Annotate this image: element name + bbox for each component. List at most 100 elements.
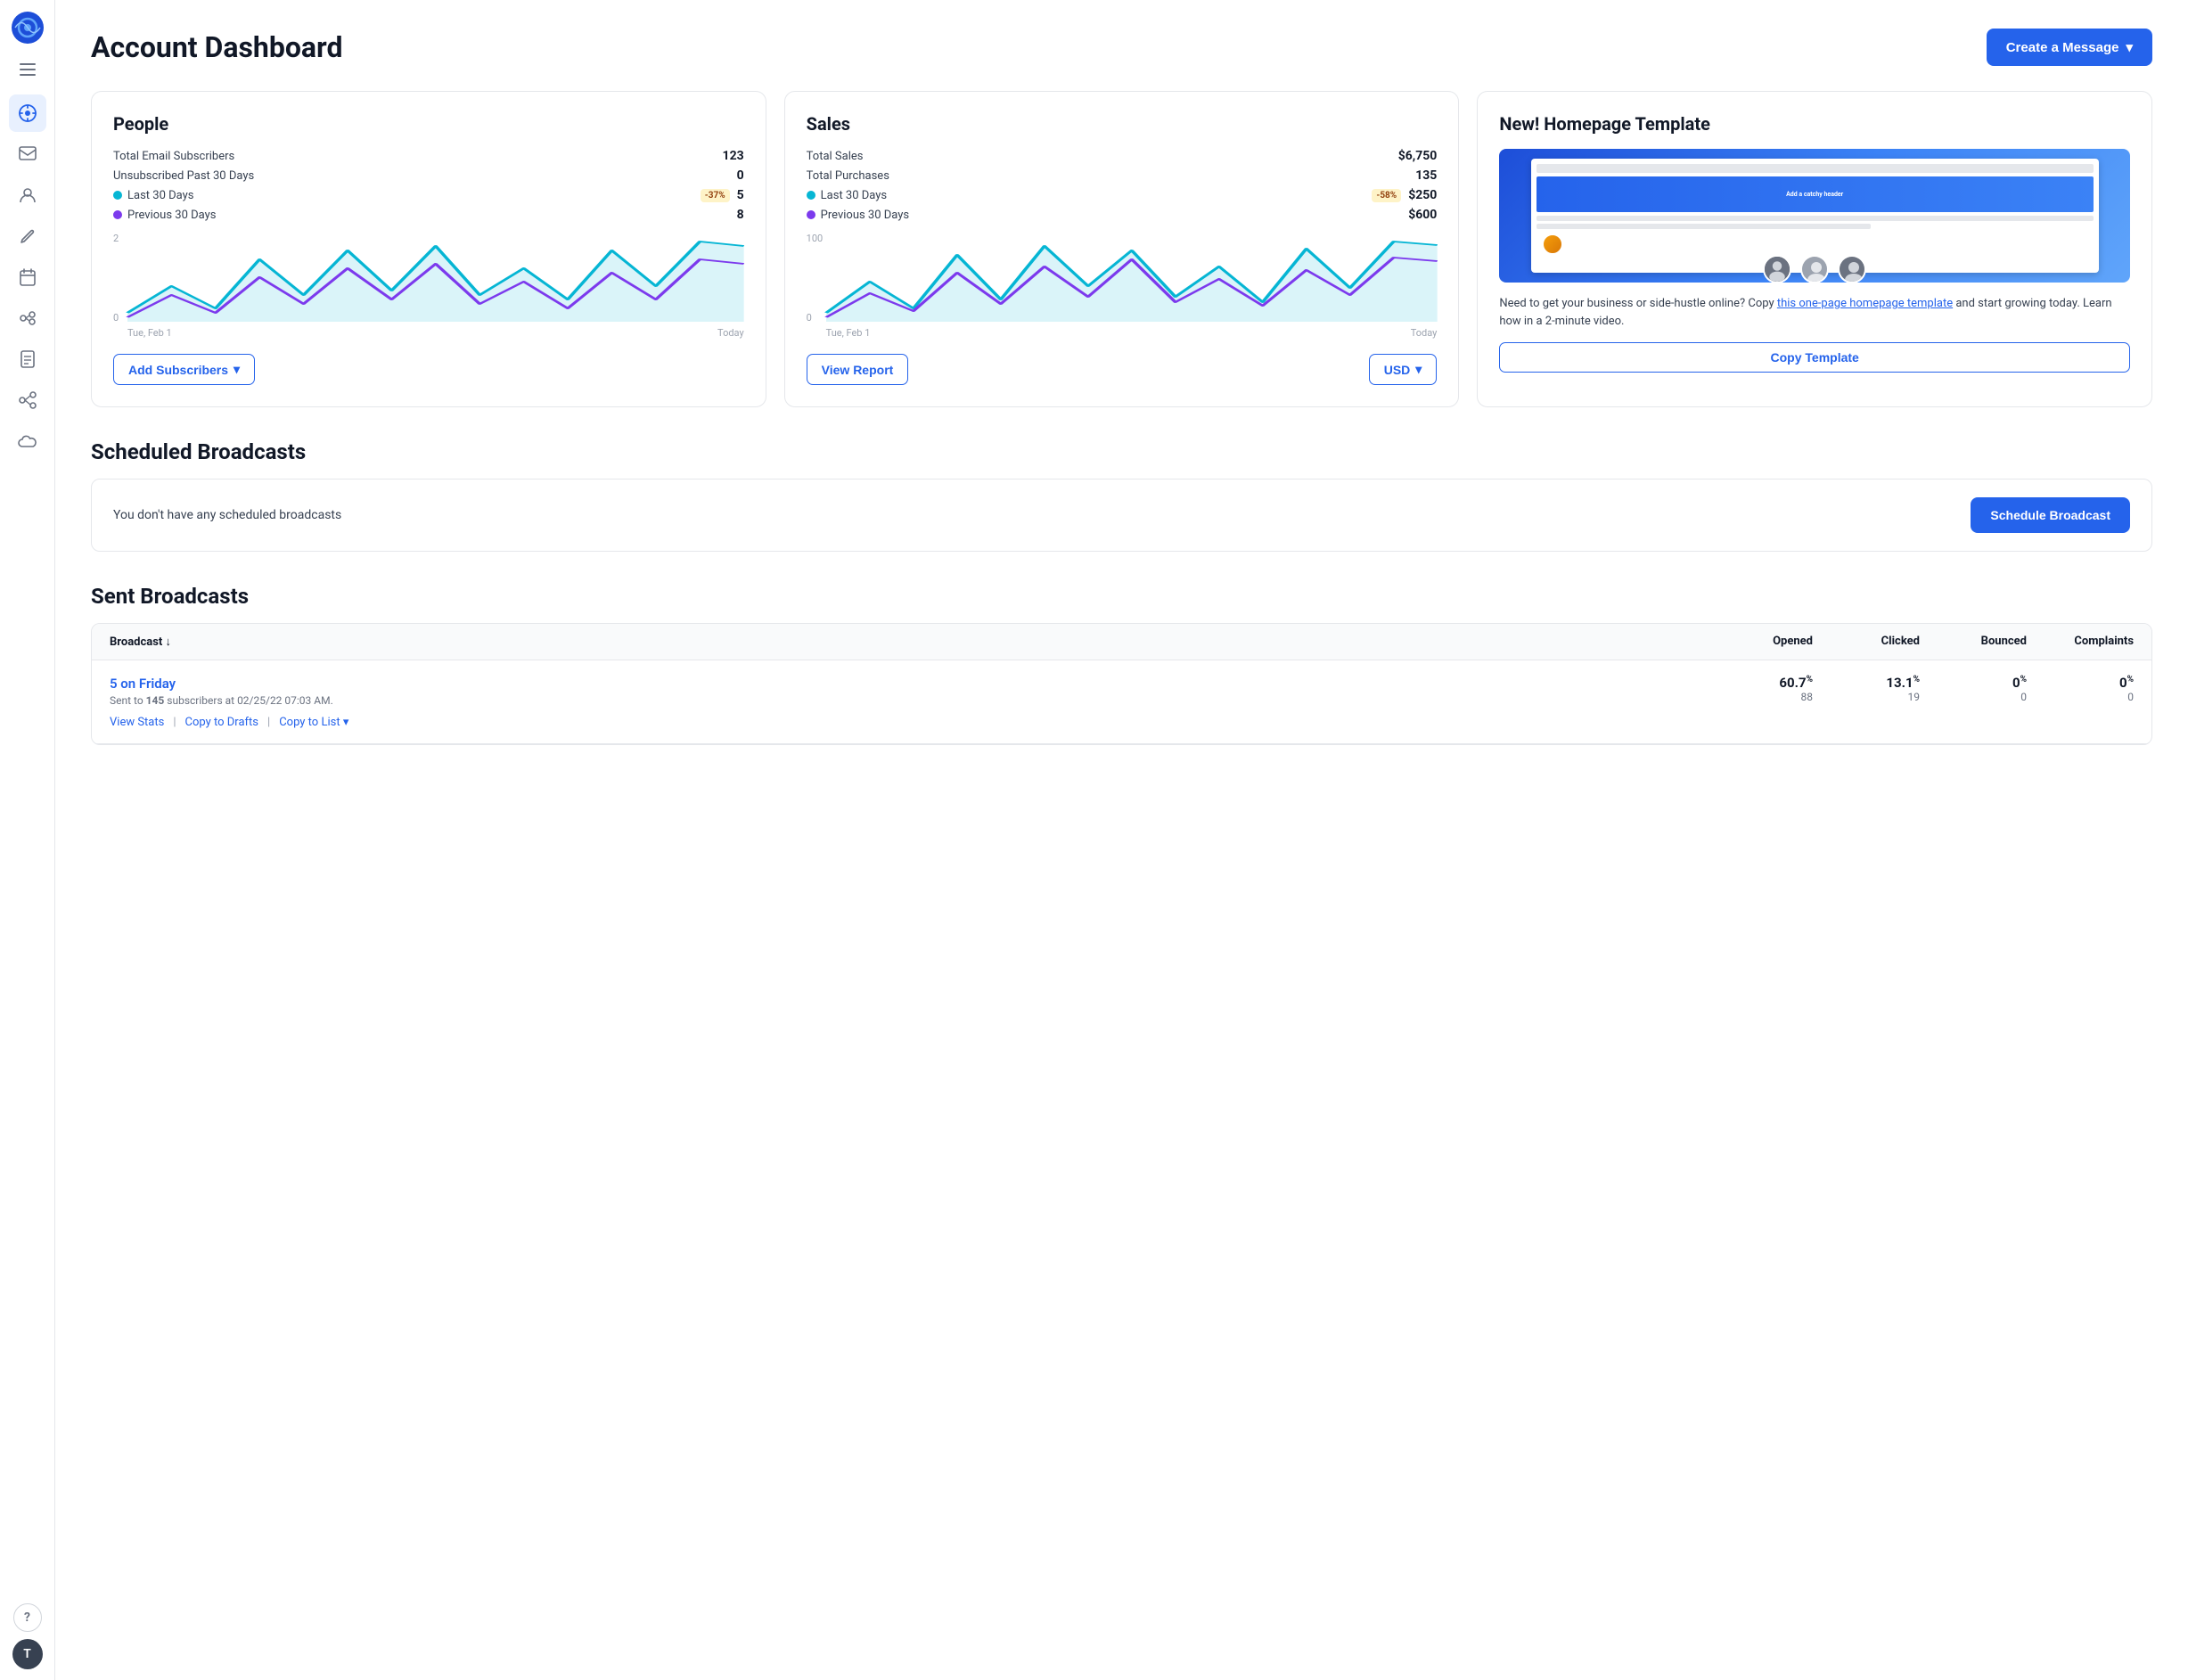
sidebar-item-calendar[interactable] — [9, 258, 46, 296]
sales-card-actions: View Report USD ▾ — [807, 354, 1438, 385]
clicked-cell: 13.1% 19 — [1813, 675, 1920, 707]
sidebar: ? T — [0, 0, 55, 1680]
col-broadcast: Broadcast ↓ — [110, 635, 1706, 649]
sales-chart-svg — [826, 233, 1438, 322]
copy-template-label: Copy Template — [1771, 350, 1859, 365]
copy-template-button[interactable]: Copy Template — [1499, 342, 2130, 373]
copy-to-drafts-link[interactable]: Copy to Drafts — [185, 716, 258, 729]
copy-to-list-chevron-icon: ▾ — [343, 716, 349, 729]
table-header-row: Broadcast ↓ Opened Clicked Bounced Compl… — [92, 624, 2151, 660]
col-clicked: Clicked — [1813, 635, 1920, 649]
template-person-avatar — [1763, 255, 1791, 283]
unsubscribed-label: Unsubscribed Past 30 Days — [113, 169, 254, 183]
sidebar-item-cloud[interactable] — [9, 422, 46, 460]
view-report-label: View Report — [822, 363, 894, 377]
template-avatar-preview — [1542, 234, 1563, 255]
col-opened: Opened — [1706, 635, 1813, 649]
people-card-actions: Add Subscribers ▾ — [113, 354, 744, 385]
sidebar-collapse-button[interactable] — [13, 55, 42, 84]
sidebar-item-messages[interactable] — [9, 135, 46, 173]
currency-label: USD — [1384, 363, 1411, 377]
complaints-cell: 0% 0 — [2027, 675, 2134, 707]
total-purchases-value: 135 — [1415, 168, 1437, 183]
scheduled-broadcasts-title: Scheduled Broadcasts — [91, 439, 2152, 464]
sales-prev30-value: $600 — [1408, 208, 1437, 222]
sales-card-title: Sales — [807, 113, 1438, 135]
people-last30-label: Last 30 Days — [127, 189, 193, 202]
sales-chart-x-labels: Tue, Feb 1 Today — [826, 327, 1438, 339]
complaints-pct: 0% — [2027, 675, 2134, 691]
template-card-title: New! Homepage Template — [1499, 113, 2130, 135]
add-subscribers-label: Add Subscribers — [128, 363, 228, 377]
people-chart-x-labels: Tue, Feb 1 Today — [127, 327, 744, 339]
unsubscribed-row: Unsubscribed Past 30 Days 0 — [113, 168, 744, 183]
sidebar-item-segments[interactable] — [9, 299, 46, 337]
people-last30-value: 5 — [737, 188, 744, 202]
table-row: 5 on Friday Sent to 145 subscribers at 0… — [92, 660, 2151, 707]
copy-to-list-link[interactable]: Copy to List ▾ — [279, 716, 348, 729]
template-link[interactable]: this one-page homepage template — [1777, 297, 1953, 310]
total-email-row: Total Email Subscribers 123 — [113, 149, 744, 163]
bounced-count: 0 — [1920, 691, 2027, 703]
opened-pct: 60.7% — [1706, 675, 1813, 691]
add-subscribers-button[interactable]: Add Subscribers ▾ — [113, 354, 255, 385]
unsubscribed-value: 0 — [737, 168, 744, 183]
clicked-count: 19 — [1813, 691, 1920, 703]
template-person-avatar-2 — [1800, 255, 1829, 283]
sidebar-item-reports[interactable] — [9, 340, 46, 378]
template-blue-bar: Add a catchy header — [1537, 176, 2094, 212]
template-description: Need to get your business or side-hustle… — [1499, 295, 2130, 330]
sales-last30-row: Last 30 Days -58% $250 — [807, 188, 1438, 202]
people-chart-svg — [127, 233, 744, 322]
sidebar-item-people[interactable] — [9, 176, 46, 214]
people-chart-x-start: Tue, Feb 1 — [127, 327, 172, 339]
people-chart-y-bottom: 0 — [113, 312, 119, 324]
sales-last30-value: $250 — [1408, 188, 1437, 202]
scheduled-empty-text: You don't have any scheduled broadcasts — [113, 508, 341, 522]
sent-broadcasts-table: Broadcast ↓ Opened Clicked Bounced Compl… — [91, 623, 2152, 745]
scheduled-broadcasts-box: You don't have any scheduled broadcasts … — [91, 479, 2152, 552]
user-avatar[interactable]: T — [12, 1639, 43, 1669]
col-bounced: Bounced — [1920, 635, 2027, 649]
broadcast-name-cell: 5 on Friday Sent to 145 subscribers at 0… — [110, 675, 1706, 707]
row-actions: View Stats | Copy to Drafts | Copy to Li… — [92, 707, 2151, 744]
people-last30-badge: -37% — [701, 189, 730, 202]
complaints-count: 0 — [2027, 691, 2134, 703]
clicked-pct: 13.1% — [1813, 675, 1920, 691]
app-logo[interactable] — [11, 11, 45, 45]
sales-chart-x-end: Today — [1411, 327, 1438, 339]
sales-purple-dot-icon — [807, 210, 815, 219]
purple-dot-icon — [113, 210, 122, 219]
schedule-broadcast-button[interactable]: Schedule Broadcast — [1971, 497, 2130, 533]
total-sales-label: Total Sales — [807, 150, 864, 163]
template-person-avatar-3 — [1838, 255, 1866, 283]
view-stats-link[interactable]: View Stats — [110, 716, 164, 729]
page-header: Account Dashboard Create a Message ▾ — [91, 29, 2152, 66]
total-email-value: 123 — [723, 149, 744, 163]
total-purchases-label: Total Purchases — [807, 169, 889, 183]
currency-selector[interactable]: USD ▾ — [1369, 354, 1438, 385]
people-card: People Total Email Subscribers 123 Unsub… — [91, 91, 766, 407]
people-chart-y-top: 2 — [113, 233, 119, 244]
sales-last30-label: Last 30 Days — [821, 189, 887, 202]
sales-teal-dot-icon — [807, 191, 815, 200]
sales-chart-x-start: Tue, Feb 1 — [826, 327, 871, 339]
view-report-button[interactable]: View Report — [807, 354, 909, 385]
opened-cell: 60.7% 88 — [1706, 675, 1813, 707]
sidebar-item-dashboard[interactable] — [9, 94, 46, 132]
broadcast-subtitle: Sent to 145 subscribers at 02/25/22 07:0… — [110, 694, 1706, 707]
bounced-cell: 0% 0 — [1920, 675, 2027, 707]
total-purchases-row: Total Purchases 135 — [807, 168, 1438, 183]
chevron-down-icon: ▾ — [2126, 39, 2133, 55]
sidebar-item-integrations[interactable] — [9, 381, 46, 419]
sidebar-item-edit[interactable] — [9, 217, 46, 255]
total-email-label: Total Email Subscribers — [113, 150, 234, 163]
sales-chart-y-bottom: 0 — [807, 312, 812, 324]
template-card: New! Homepage Template Add a catchy head… — [1477, 91, 2152, 407]
template-desc-prefix: Need to get your business or side-hustle… — [1499, 297, 1777, 310]
sidebar-bottom: ? T — [12, 1603, 43, 1669]
create-message-button[interactable]: Create a Message ▾ — [1987, 29, 2152, 66]
broadcast-name-link[interactable]: 5 on Friday — [110, 676, 176, 692]
sidebar-item-help[interactable]: ? — [13, 1603, 42, 1632]
add-subscribers-chevron-icon: ▾ — [234, 362, 240, 377]
